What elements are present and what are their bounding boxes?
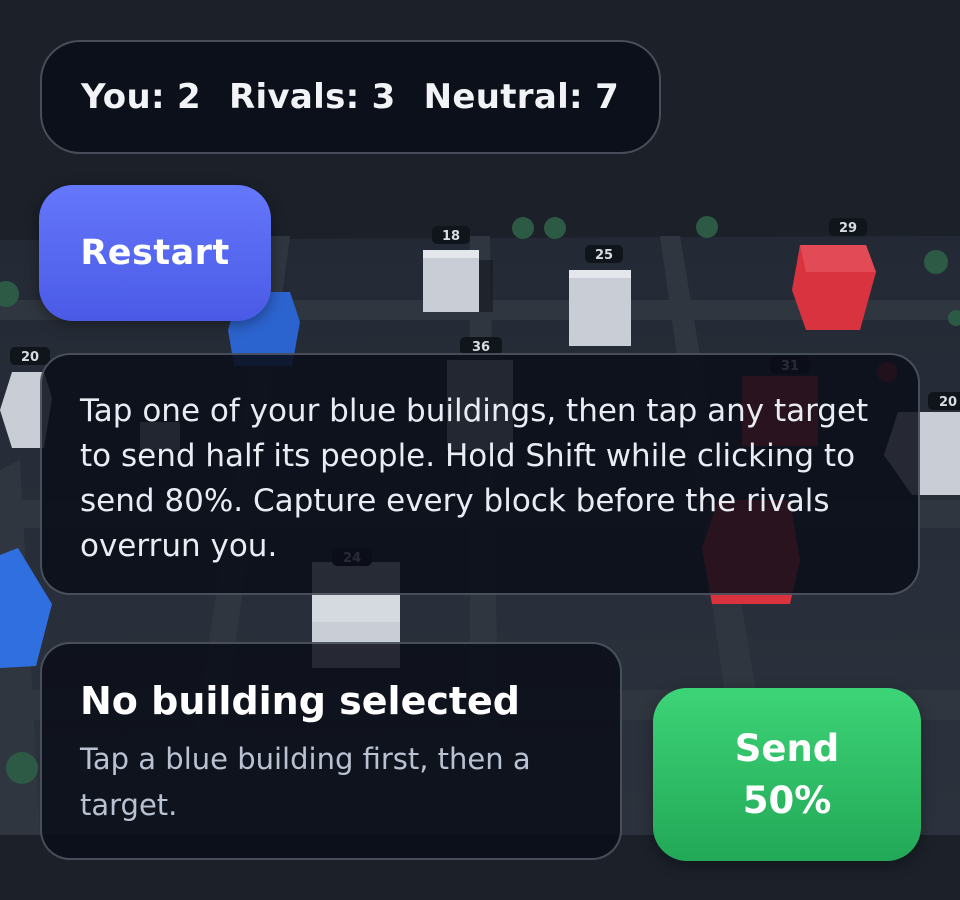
- building-count-label: 29: [829, 218, 867, 236]
- scoreboard: You: 2 Rivals: 3 Neutral: 7: [40, 40, 661, 154]
- building-count-label: 25: [585, 245, 623, 263]
- building-count-label: 20: [928, 392, 960, 410]
- score-rivals: Rivals: 3: [228, 77, 396, 117]
- instructions-text: Tap one of your blue buildings, then tap…: [80, 393, 869, 564]
- building-count-label: 20: [10, 347, 50, 365]
- send-button-label: Send 50%: [734, 726, 840, 822]
- score-neutral: Neutral: 7: [423, 77, 620, 117]
- building-count-label: 18: [432, 226, 470, 244]
- building-rival[interactable]: [792, 245, 876, 330]
- count-text: 25: [595, 248, 613, 263]
- restart-button[interactable]: Restart: [39, 185, 271, 321]
- send-button[interactable]: Send 50%: [653, 688, 921, 861]
- count-text: 20: [21, 350, 39, 365]
- count-text: 20: [939, 395, 957, 410]
- building-neutral[interactable]: [569, 270, 631, 346]
- selection-hint: Tap a blue building first, then a target…: [80, 742, 531, 822]
- selection-title: No building selected: [80, 679, 521, 723]
- instructions-panel: Tap one of your blue buildings, then tap…: [40, 353, 920, 595]
- selection-status-panel: No building selected Tap a blue building…: [40, 642, 622, 860]
- score-you: You: 2: [81, 77, 201, 117]
- count-text: 18: [442, 229, 460, 244]
- count-text: 29: [839, 221, 857, 236]
